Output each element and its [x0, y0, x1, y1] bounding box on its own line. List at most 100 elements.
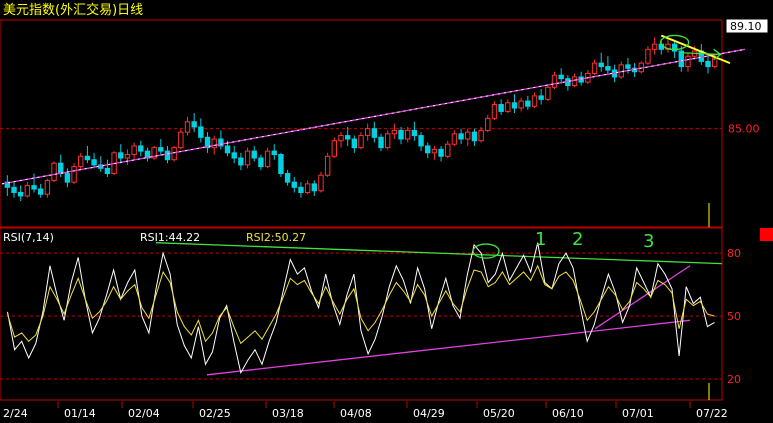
rsi-y-tick-label: 50	[727, 310, 741, 323]
candle	[371, 121, 378, 143]
candle-body	[198, 126, 204, 138]
candle	[525, 95, 531, 110]
candle-body	[138, 145, 144, 152]
candle-body	[224, 145, 231, 154]
candle	[505, 99, 511, 114]
candle-body	[344, 135, 351, 140]
candle	[151, 145, 157, 160]
candle	[338, 132, 344, 148]
candle	[565, 75, 571, 91]
candle	[118, 144, 124, 164]
candle	[411, 121, 418, 141]
candle-body	[458, 133, 464, 140]
candle	[278, 152, 284, 177]
x-axis: 2/24 01/14 02/04 02/25 03/18 04/08 04/29 05/20 0…	[3, 401, 728, 420]
candle	[131, 142, 137, 160]
candle	[331, 137, 338, 158]
x-tick-label: 02/04	[128, 407, 160, 420]
candle	[291, 176, 297, 193]
candle-body	[705, 60, 711, 68]
candle	[104, 159, 111, 177]
candle	[271, 144, 277, 160]
candle	[124, 149, 131, 165]
candle-body	[58, 162, 64, 175]
candle-body	[545, 86, 551, 100]
candle-body	[538, 95, 544, 100]
candle-body	[184, 121, 191, 133]
candle	[244, 147, 251, 169]
candle-body	[171, 147, 177, 161]
candle-body	[431, 148, 438, 154]
candle	[344, 126, 351, 146]
candle	[531, 92, 538, 108]
candle-body	[84, 155, 91, 161]
rsi2-label: RSI2:50.27	[246, 231, 306, 244]
candle	[485, 114, 491, 133]
candle	[431, 145, 438, 160]
candle-body	[558, 74, 564, 80]
candle-body	[11, 186, 17, 193]
rsi-y-tick-label: 80	[727, 247, 741, 260]
candle	[31, 173, 37, 193]
candle	[17, 185, 24, 202]
candle-body	[531, 95, 538, 107]
candle	[78, 152, 84, 171]
candle-body	[478, 129, 484, 142]
candle-body	[298, 186, 304, 193]
candle-body	[485, 117, 491, 131]
rsi-panel: RSI(7,14) RSI1:44.22 RSI2:50.27 1 2 3 80 50…	[0, 227, 741, 401]
price-y-axis: 85.00	[728, 123, 760, 136]
candle-body	[511, 102, 518, 109]
candle	[451, 130, 458, 146]
candle-body	[311, 183, 317, 192]
candle-body	[178, 131, 184, 149]
rsi-panel-frame	[0, 227, 723, 401]
candle	[51, 161, 57, 183]
candle	[198, 118, 204, 143]
candle	[685, 52, 691, 72]
candle	[304, 180, 311, 195]
candle	[11, 182, 17, 198]
candle-body	[525, 100, 531, 107]
candle	[598, 52, 604, 72]
candle	[558, 68, 564, 84]
candle	[511, 94, 518, 114]
candle	[98, 156, 104, 172]
price-panel-frame	[0, 19, 723, 228]
candle-body	[191, 121, 197, 128]
candle	[204, 132, 211, 153]
candle	[264, 147, 271, 169]
candle-body	[591, 62, 598, 74]
rsi-lines	[7, 242, 715, 375]
x-tick-label: 05/20	[483, 407, 515, 420]
candle-body	[278, 154, 284, 175]
candle-body	[264, 150, 271, 168]
candle-body	[251, 150, 257, 159]
candle	[465, 128, 471, 146]
candle	[84, 145, 91, 164]
last-price-label: 89.10	[730, 20, 762, 33]
candle	[218, 130, 224, 150]
candle-body	[131, 145, 137, 156]
scroll-indicator[interactable]	[760, 228, 773, 241]
candle-body	[425, 145, 431, 154]
candle-body	[465, 131, 471, 140]
x-tick-label: 03/18	[272, 407, 304, 420]
candle	[478, 126, 484, 143]
candle-body	[384, 133, 391, 149]
x-tick-label: 06/10	[552, 407, 584, 420]
candle	[191, 113, 197, 133]
candle	[445, 140, 451, 158]
candle	[144, 147, 151, 162]
candle	[38, 183, 44, 198]
candle-body	[271, 150, 277, 156]
candle	[318, 171, 324, 193]
rsi1-label: RSI1:44.22	[140, 231, 200, 244]
candle	[618, 61, 624, 79]
candle-body	[291, 181, 297, 188]
candle-body	[411, 129, 418, 137]
candle-body	[498, 104, 504, 112]
candle	[384, 130, 391, 150]
candle	[698, 44, 705, 65]
candle-body	[598, 62, 604, 68]
